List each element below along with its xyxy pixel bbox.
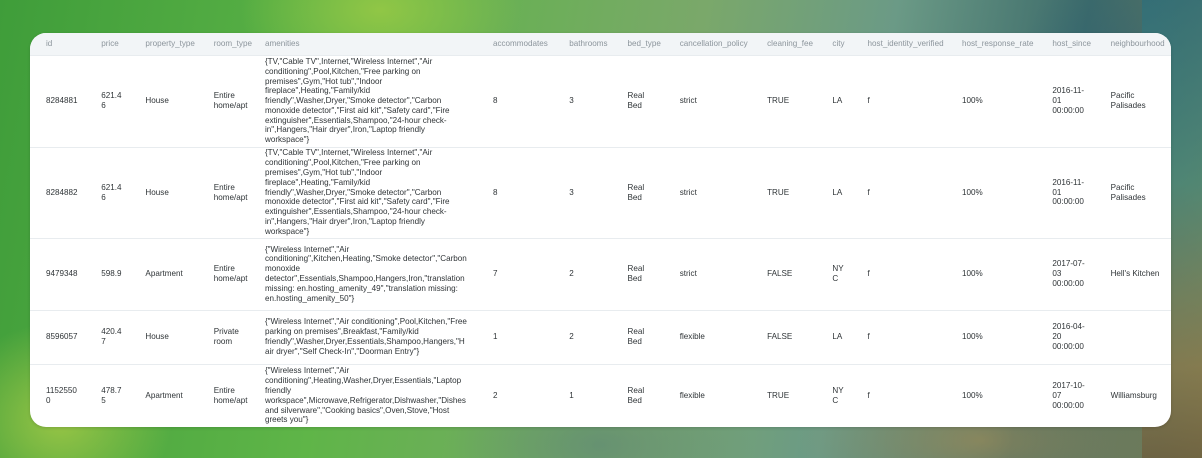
cell-room-type: Entire home/apt: [197, 54, 255, 147]
table-row[interactable]: 11525500 478.75 Apartment Entire home/ap…: [30, 363, 1171, 427]
cell-bed-type: Real Bed: [611, 237, 664, 310]
cell-amenities: {TV,"Cable TV",Internet,"Wireless Intern…: [254, 146, 477, 238]
cell-id: 11525500: [30, 363, 86, 427]
cell-host-since: 2017-07-03 00:00:00: [1036, 237, 1095, 310]
cell-accommodates: 7: [476, 237, 554, 310]
cell-host-since: 2016-11-01 00:00:00: [1036, 146, 1095, 238]
cell-host-response-rate: 100%: [945, 363, 1037, 427]
cell-city: LA: [816, 146, 852, 238]
table-row[interactable]: 8284881 621.46 House Entire home/apt {TV…: [30, 54, 1171, 147]
cell-accommodates: 8: [476, 54, 554, 147]
cell-price: 621.46: [85, 54, 130, 147]
cell-host-identity-verified: f: [851, 146, 946, 238]
cell-bathrooms: 1: [553, 363, 612, 427]
cell-host-response-rate: 100%: [945, 146, 1037, 238]
column-header[interactable]: id: [30, 33, 85, 55]
cell-price: 621.46: [85, 146, 130, 238]
cell-amenities: {"Wireless Internet","Air conditioning",…: [254, 309, 477, 364]
column-header[interactable]: price: [85, 33, 129, 55]
column-header[interactable]: host_identity_verified: [852, 33, 946, 55]
cell-cleaning-fee: TRUE: [751, 146, 817, 238]
cell-bathrooms: 2: [553, 237, 612, 310]
cell-cleaning-fee: FALSE: [751, 309, 817, 364]
cell-cancellation-policy: strict: [663, 237, 752, 310]
data-table: id price property_type room_type ameniti…: [30, 33, 1171, 427]
column-header[interactable]: neighbourhood: [1095, 33, 1171, 55]
cell-price: 420.47: [85, 309, 130, 364]
cell-id: 8284881: [30, 54, 86, 147]
cell-host-identity-verified: f: [851, 309, 946, 364]
column-header[interactable]: bed_type: [612, 33, 664, 55]
column-header[interactable]: property_type: [129, 33, 197, 55]
cell-price: 478.75: [85, 363, 130, 427]
cell-room-type: Entire home/apt: [197, 363, 255, 427]
cell-cancellation-policy: strict: [663, 146, 752, 238]
cell-bathrooms: 3: [553, 146, 612, 238]
cell-neighbourhood: Pacific Palisades: [1094, 146, 1171, 238]
cell-bed-type: Real Bed: [611, 363, 664, 427]
cell-room-type: Entire home/apt: [197, 237, 255, 310]
cell-cleaning-fee: TRUE: [751, 54, 817, 147]
cell-bathrooms: 2: [553, 309, 612, 364]
cell-host-since: 2016-11-01 00:00:00: [1036, 54, 1095, 147]
cell-cleaning-fee: FALSE: [751, 237, 817, 310]
column-header[interactable]: host_response_rate: [946, 33, 1036, 55]
cell-host-since: 2017-10-07 00:00:00: [1036, 363, 1095, 427]
cell-property-type: House: [129, 309, 198, 364]
cell-property-type: Apartment: [129, 237, 198, 310]
cell-bathrooms: 3: [553, 54, 612, 147]
cell-host-response-rate: 100%: [945, 309, 1037, 364]
cell-room-type: Entire home/apt: [197, 146, 255, 238]
cell-city: LA: [816, 54, 852, 147]
cell-host-since: 2016-04-20 00:00:00: [1036, 309, 1095, 364]
cell-cleaning-fee: TRUE: [751, 363, 817, 427]
cell-host-identity-verified: f: [851, 237, 946, 310]
cell-neighbourhood: Williamsburg: [1094, 363, 1171, 427]
cell-accommodates: 1: [476, 309, 554, 364]
column-header[interactable]: city: [816, 33, 851, 55]
data-table-card: id price property_type room_type ameniti…: [30, 33, 1171, 427]
cell-host-identity-verified: f: [851, 363, 946, 427]
cell-city: LA: [816, 309, 852, 364]
cell-neighbourhood: Hell's Kitchen: [1094, 237, 1171, 310]
cell-id: 9479348: [30, 237, 86, 310]
cell-bed-type: Real Bed: [611, 146, 664, 238]
cell-neighbourhood: Pacific Palisades: [1094, 54, 1171, 147]
cell-bed-type: Real Bed: [611, 309, 664, 364]
cell-bed-type: Real Bed: [611, 54, 664, 147]
column-header[interactable]: host_since: [1036, 33, 1094, 55]
cell-property-type: Apartment: [129, 363, 198, 427]
cell-host-response-rate: 100%: [945, 54, 1037, 147]
cell-cancellation-policy: flexible: [663, 309, 752, 364]
cell-price: 598.9: [85, 237, 130, 310]
cell-host-response-rate: 100%: [945, 237, 1037, 310]
table-row[interactable]: 9479348 598.9 Apartment Entire home/apt …: [30, 237, 1171, 310]
column-header[interactable]: cleaning_fee: [751, 33, 816, 55]
table-row[interactable]: 8596057 420.47 House Private room {"Wire…: [30, 309, 1171, 364]
table-header-row: id price property_type room_type ameniti…: [30, 33, 1171, 55]
cell-amenities: {"Wireless Internet","Air conditioning",…: [254, 363, 477, 427]
cell-cancellation-policy: flexible: [663, 363, 752, 427]
cell-property-type: House: [129, 54, 198, 147]
cell-id: 8284882: [30, 146, 86, 238]
cell-cancellation-policy: strict: [663, 54, 752, 147]
cell-amenities: {"Wireless Internet","Air conditioning",…: [254, 237, 477, 310]
cell-id: 8596057: [30, 309, 86, 364]
cell-city: NYC: [816, 363, 852, 427]
cell-host-identity-verified: f: [851, 54, 946, 147]
column-header[interactable]: accommodates: [477, 33, 553, 55]
cell-accommodates: 8: [476, 146, 554, 238]
cell-neighbourhood: [1094, 309, 1171, 364]
column-header[interactable]: room_type: [198, 33, 255, 55]
column-header[interactable]: amenities: [255, 33, 477, 55]
cell-accommodates: 2: [476, 363, 554, 427]
column-header[interactable]: cancellation_policy: [664, 33, 751, 55]
cell-amenities: {TV,"Cable TV",Internet,"Wireless Intern…: [254, 54, 477, 147]
cell-room-type: Private room: [197, 309, 255, 364]
cell-property-type: House: [129, 146, 198, 238]
cell-city: NYC: [816, 237, 852, 310]
column-header[interactable]: bathrooms: [553, 33, 611, 55]
table-row[interactable]: 8284882 621.46 House Entire home/apt {TV…: [30, 146, 1171, 238]
